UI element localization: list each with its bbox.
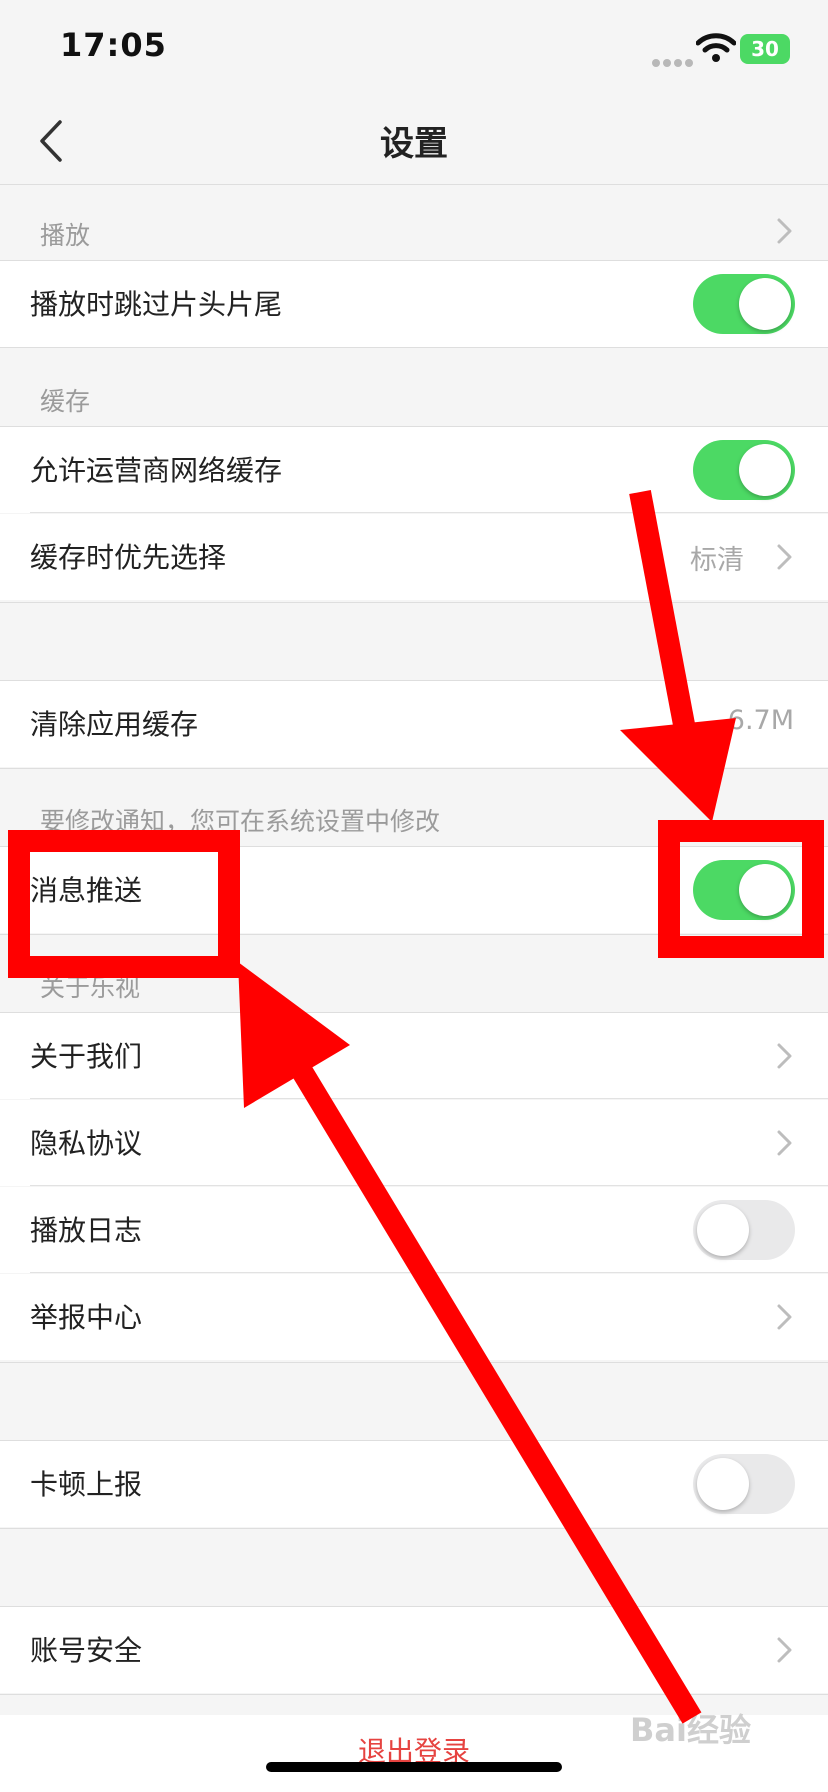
chevron-right-icon[interactable] — [775, 1041, 795, 1071]
skip-intro-toggle[interactable] — [693, 274, 795, 334]
page-title: 设置 — [380, 124, 448, 164]
setting-label: 关于我们 — [30, 1040, 143, 1073]
chevron-right-icon[interactable] — [775, 1635, 795, 1665]
setting-label: 播放时跳过片头片尾 — [30, 288, 283, 321]
chevron-right-icon[interactable] — [775, 1302, 795, 1332]
section-label-cache: 缓存 — [40, 387, 91, 416]
watermark: Bai经验 — [630, 1711, 751, 1749]
cellular-signal-icon — [652, 52, 696, 71]
setting-label: 举报中心 — [30, 1301, 143, 1334]
setting-label: 允许运营商网络缓存 — [30, 454, 283, 487]
setting-label: 隐私协议 — [30, 1127, 143, 1160]
divider — [0, 1694, 828, 1695]
setting-row-account-security[interactable]: 账号安全 — [0, 1607, 828, 1693]
divider — [0, 1528, 828, 1529]
setting-row-cache-priority[interactable]: 缓存时优先选择 标清 — [0, 514, 828, 600]
battery-icon: 30 — [740, 34, 790, 64]
divider — [0, 1362, 828, 1363]
chevron-right-icon[interactable] — [775, 542, 795, 572]
chevron-right-icon[interactable] — [775, 216, 795, 246]
annotation-box-label — [8, 830, 240, 978]
play-log-toggle[interactable] — [693, 1200, 795, 1260]
setting-label: 卡顿上报 — [30, 1468, 143, 1501]
setting-label: 播放日志 — [30, 1214, 143, 1247]
status-time: 17:05 — [60, 26, 167, 64]
carrier-cache-toggle[interactable] — [693, 440, 795, 500]
section-label-play: 播放 — [40, 221, 91, 250]
home-indicator — [266, 1762, 562, 1772]
chevron-right-icon[interactable] — [775, 1128, 795, 1158]
divider — [0, 602, 828, 603]
cache-size-value: 6.7M — [727, 705, 794, 736]
setting-row-stutter-report[interactable]: 卡顿上报 — [0, 1441, 828, 1527]
setting-label: 缓存时优先选择 — [30, 541, 227, 574]
cache-priority-value: 标清 — [690, 545, 744, 576]
wifi-icon — [696, 33, 736, 62]
setting-row-report[interactable]: 举报中心 — [0, 1274, 828, 1360]
setting-row-skip-intro[interactable]: 播放时跳过片头片尾 — [0, 261, 828, 347]
divider — [0, 347, 828, 348]
setting-row-play-log[interactable]: 播放日志 — [0, 1187, 828, 1273]
annotation-box-toggle — [658, 820, 824, 958]
setting-row-clear-cache[interactable]: 清除应用缓存 6.7M — [0, 681, 828, 767]
stutter-report-toggle[interactable] — [693, 1454, 795, 1514]
setting-row-carrier-cache[interactable]: 允许运营商网络缓存 — [0, 427, 828, 513]
divider — [0, 184, 828, 185]
setting-label: 清除应用缓存 — [30, 708, 199, 741]
divider — [0, 768, 828, 769]
setting-row-about-us[interactable]: 关于我们 — [0, 1013, 828, 1099]
setting-row-privacy[interactable]: 隐私协议 — [0, 1100, 828, 1186]
setting-label: 账号安全 — [30, 1634, 143, 1667]
